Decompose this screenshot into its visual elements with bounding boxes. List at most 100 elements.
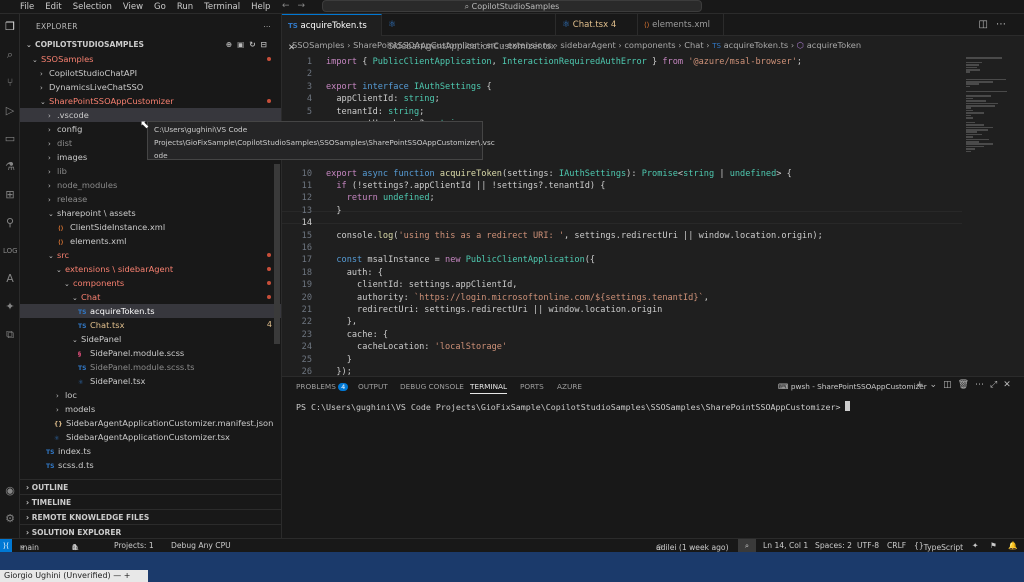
tab-chat[interactable]: ⚛ Chat.tsx 4	[556, 14, 638, 36]
settings-gear-icon[interactable]: ⚙	[3, 512, 17, 526]
split-terminal-icon[interactable]: ◫	[943, 380, 958, 390]
tab-acquiretoken[interactable]: TS acquireToken.ts ✕	[282, 14, 382, 53]
minimap[interactable]	[962, 53, 1024, 375]
tab-sidebaragent[interactable]: ⚛ SidebarAgentApplicationCustomizer.tsx	[382, 14, 556, 52]
breadcrumb-item[interactable]: SSOSamples	[292, 40, 345, 50]
minimize-icon[interactable]: —	[113, 571, 121, 580]
breadcrumb-item[interactable]: Chat	[684, 40, 703, 50]
log-icon[interactable]: LOG	[3, 244, 18, 258]
tab-output[interactable]: OUTPUT	[358, 382, 388, 391]
copilot-icon[interactable]: ✦	[3, 300, 17, 314]
explorer-icon[interactable]: ❐	[3, 20, 17, 34]
tree-folder[interactable]: › models	[20, 402, 281, 416]
forward-arrow-icon[interactable]: →	[298, 1, 314, 11]
run-debug-icon[interactable]: ▷	[3, 104, 17, 118]
projects-indicator[interactable]: Projects: 1	[114, 541, 154, 550]
zoom-icon[interactable]: ⌕	[738, 539, 756, 553]
menu-run[interactable]: Run	[177, 2, 193, 12]
split-editor-icon[interactable]: ◫	[979, 19, 996, 30]
new-terminal-icon[interactable]: +⌄	[916, 380, 943, 390]
tab-ports[interactable]: PORTS	[520, 382, 544, 391]
maximize-icon[interactable]: ⤢	[990, 380, 1003, 390]
tree-folder[interactable]: › .vscode	[20, 108, 281, 122]
tree-folder[interactable]: › lib	[20, 164, 281, 178]
explorer-actions[interactable]: ⊕▣↻⊟	[226, 38, 272, 52]
trash-icon[interactable]: 🗑	[958, 380, 975, 390]
tree-folder[interactable]: › node_modules	[20, 178, 281, 192]
section-solution-explorer[interactable]: › SOLUTION EXPLORER	[20, 524, 281, 538]
workspace-root[interactable]: ⌄ COPILOTSTUDIOSAMPLES ⊕▣↻⊟	[20, 38, 281, 52]
tree-folder[interactable]: ⌄ SidePanel	[20, 332, 281, 346]
breadcrumb-item[interactable]: extensions	[507, 40, 552, 50]
feedback-icon[interactable]: ⚑	[990, 541, 997, 550]
tab-debug-console[interactable]: DEBUG CONSOLE	[400, 382, 464, 391]
breadcrumb-item[interactable]: SharePointSSOAppCustomizer	[353, 40, 478, 50]
tab-elements[interactable]: ⟨⟩ elements.xml	[638, 14, 724, 36]
section-outline[interactable]: › OUTLINE	[20, 479, 281, 494]
cursor-position[interactable]: Ln 14, Col 1	[763, 541, 808, 550]
tree-file[interactable]: TS scss.d.ts	[20, 458, 281, 472]
tree-file-selected[interactable]: TS acquireToken.ts	[20, 304, 281, 318]
encoding[interactable]: UTF-8	[857, 541, 879, 550]
more-actions-icon[interactable]: ⋯	[975, 380, 990, 390]
terminal-selector[interactable]: ⌨ pwsh - SharePointSSOAppCustomizer	[778, 382, 927, 391]
account-icon[interactable]: ◉	[3, 484, 17, 498]
search-view-icon[interactable]: ⌕	[3, 48, 17, 62]
flask-icon[interactable]: ⚲	[3, 216, 17, 230]
testing-icon[interactable]: ⚗	[3, 160, 17, 174]
close-icon[interactable]: ✕	[1003, 380, 1017, 390]
menu-terminal[interactable]: Terminal	[204, 2, 240, 12]
tree-folder[interactable]: ⌄ Chat	[20, 290, 281, 304]
editor-actions[interactable]: ◫⋯	[979, 19, 1014, 30]
tree-file[interactable]: ⚛ SidePanel.tsx	[20, 374, 281, 388]
back-arrow-icon[interactable]: ←	[282, 1, 298, 11]
section-remote-knowledge[interactable]: › REMOTE KNOWLEDGE FILES	[20, 509, 281, 524]
more-actions-icon[interactable]: ⋯	[263, 22, 271, 31]
panel-actions[interactable]: +⌄◫🗑⋯⤢✕	[916, 380, 1017, 390]
tree-file[interactable]: ⟨⟩ ClientSideInstance.xml	[20, 220, 281, 234]
language-mode[interactable]: {} TypeScript	[914, 541, 963, 552]
tree-file[interactable]: ⟨⟩ elements.xml	[20, 234, 281, 248]
bell-icon[interactable]: 🔔	[1008, 541, 1017, 550]
menu-help[interactable]: Help	[251, 2, 270, 12]
tab-terminal[interactable]: TERMINAL	[470, 382, 508, 394]
menu-edit[interactable]: Edit	[45, 2, 61, 12]
breadcrumb-item[interactable]: acquireToken	[807, 40, 861, 50]
tree-folder[interactable]: ⌄ src	[20, 248, 281, 262]
tab-azure[interactable]: AZURE	[557, 382, 582, 391]
tree-file[interactable]: § SidePanel.module.scss	[20, 346, 281, 360]
breadcrumb-item[interactable]: sidebarAgent	[560, 40, 615, 50]
tree-folder[interactable]: › DynamicsLiveChatSSO	[20, 80, 281, 94]
tree-folder[interactable]: ⌄ components	[20, 276, 281, 290]
breadcrumb-item[interactable]: acquireToken.ts	[724, 40, 789, 50]
plus-icon[interactable]: +	[124, 571, 131, 580]
line-endings[interactable]: CRLF	[887, 541, 906, 550]
sidebar-scrollbar[interactable]	[274, 164, 280, 344]
tree-folder[interactable]: › release	[20, 192, 281, 206]
extensions-icon[interactable]: ⊞	[3, 188, 17, 202]
tree-file[interactable]: {} SidebarAgentApplicationCustomizer.mani…	[20, 416, 281, 430]
tree-file[interactable]: TS SidePanel.module.scss.ts	[20, 360, 281, 374]
more-actions-icon[interactable]: ⋯	[996, 19, 1014, 30]
tab-problems[interactable]: PROBLEMS 4	[296, 382, 349, 391]
debug-config[interactable]: Debug Any CPU	[171, 541, 231, 550]
tree-file[interactable]: TS index.ts	[20, 444, 281, 458]
remote-explorer-icon[interactable]: ▭	[3, 132, 17, 146]
user-account-button[interactable]: Giorgio Ughini (Unverified) — +	[0, 570, 148, 582]
terminal-output[interactable]: PS C:\Users\gughini\VS Code Projects\Gio…	[296, 401, 851, 412]
section-timeline[interactable]: › TIMELINE	[20, 494, 281, 509]
tree-file[interactable]: ⚛ SidebarAgentApplicationCustomizer.tsx	[20, 430, 281, 444]
tree-folder[interactable]: ⌄ extensions \ sidebarAgent	[20, 262, 281, 276]
indentation[interactable]: Spaces: 2	[815, 541, 852, 550]
copilot-status-icon[interactable]: ✦	[972, 541, 978, 550]
code-editor[interactable]: 1 2 3 4 5 10 11 12 13 14 15 16 17 18 19 20 21 22 23 24 25 26 …	[282, 53, 962, 377]
tree-folder[interactable]: ⌄ sharepoint \ assets	[20, 206, 281, 220]
remote-indicator-icon[interactable]: ⟩⟨	[0, 539, 12, 553]
tree-folder[interactable]: › loc	[20, 388, 281, 402]
command-center-search[interactable]: ⌕ CopilotStudioSamples	[322, 0, 702, 12]
tree-folder[interactable]: › CopilotStudioChatAPI	[20, 66, 281, 80]
tree-folder-ssosamples[interactable]: ⌄ SSOSamples	[20, 52, 281, 66]
breadcrumb-item[interactable]: src	[486, 40, 498, 50]
tree-file[interactable]: TS Chat.tsx 4	[20, 318, 281, 332]
menu-file[interactable]: File	[20, 2, 34, 12]
